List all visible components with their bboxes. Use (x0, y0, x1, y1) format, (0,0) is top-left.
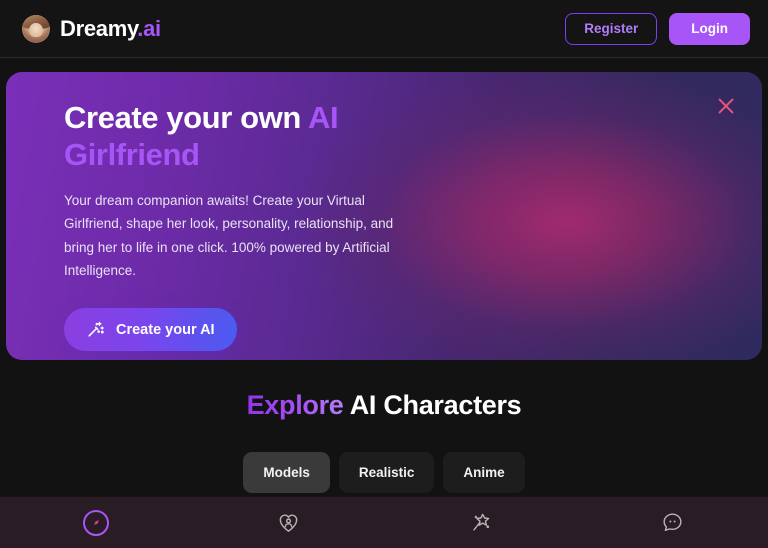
brand-suffix-text: .ai (137, 15, 161, 41)
bottom-navigation (0, 496, 768, 548)
hero-close-button[interactable] (712, 92, 740, 120)
explore-section: Explore AI Characters Models Realistic A… (0, 360, 768, 496)
nav-item-explore[interactable] (0, 497, 192, 548)
nav-item-chat[interactable] (576, 497, 768, 548)
create-your-ai-button[interactable]: Create your AI (64, 308, 237, 352)
app-root: Dreamy.ai Register Login Create your own… (0, 0, 768, 548)
hero-wrapper: Create your own AI Girlfriend Your dream… (0, 58, 768, 360)
hero-title-part1: Create your own (64, 100, 308, 135)
brand-name: Dreamy.ai (60, 16, 161, 42)
heart-person-icon (279, 514, 297, 532)
tab-anime[interactable]: Anime (443, 452, 525, 493)
brand-name-text: Dreamy (60, 15, 138, 41)
magic-wand-icon (88, 321, 104, 337)
explore-title: Explore AI Characters (247, 390, 522, 421)
header-actions: Register Login (565, 12, 750, 45)
hero-title: Create your own AI Girlfriend (64, 100, 394, 173)
compass-icon (83, 509, 109, 536)
tab-models[interactable]: Models (243, 452, 330, 493)
brand-logo[interactable]: Dreamy.ai (22, 14, 161, 43)
explore-title-rest: AI Characters (343, 390, 522, 420)
app-header: Dreamy.ai Register Login (0, 0, 768, 58)
explore-title-accent: Explore (246, 390, 344, 420)
avatar (22, 14, 50, 43)
hero-description: Your dream companion awaits! Create your… (64, 193, 394, 278)
hero-banner: Create your own AI Girlfriend Your dream… (6, 72, 762, 360)
hero-title-accent1: AI (307, 100, 339, 135)
compass-needle-icon (93, 520, 99, 525)
category-tabs: Models Realistic Anime (243, 452, 525, 493)
chat-bubble-icon (662, 513, 682, 532)
nav-item-create[interactable] (384, 497, 576, 548)
magic-wand-star-icon (472, 513, 489, 531)
close-icon (718, 98, 734, 114)
create-your-ai-label: Create your AI (116, 321, 215, 338)
login-button[interactable]: Login (669, 12, 750, 45)
nav-item-my-ai[interactable] (192, 497, 384, 548)
register-button[interactable]: Register (565, 12, 658, 45)
tab-realistic[interactable]: Realistic (338, 452, 435, 493)
hero-title-accent2: Girlfriend (64, 136, 200, 172)
